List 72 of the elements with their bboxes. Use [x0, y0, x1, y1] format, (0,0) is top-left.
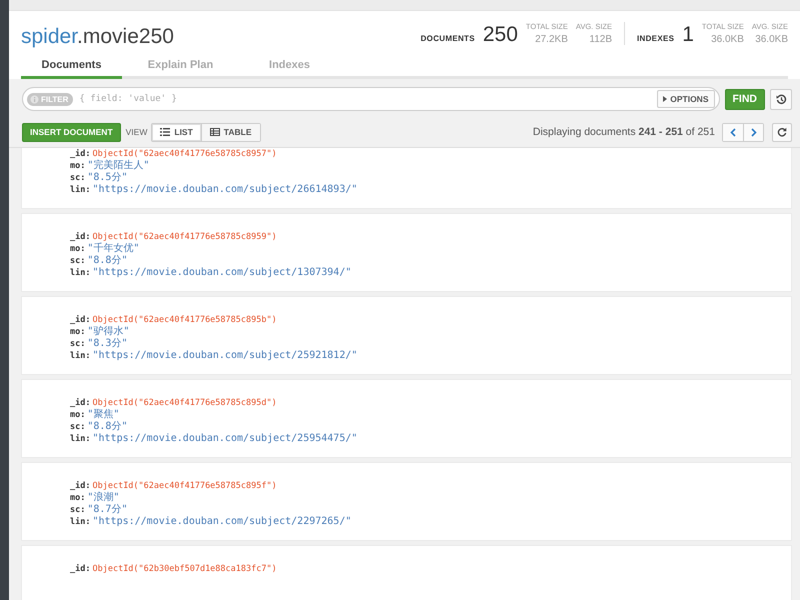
refresh-icon	[777, 127, 787, 137]
collection-title: spider.movie250	[21, 25, 174, 50]
field-name: _id:	[70, 148, 90, 160]
field-value: "浪潮"	[87, 492, 120, 504]
chevron-right-icon	[750, 128, 756, 136]
size-value: 36.0KB	[711, 34, 744, 45]
field-name: sc:	[70, 255, 86, 267]
field-value: "https://movie.douban.com/subject/2297265/"	[92, 516, 352, 528]
size-value: 27.2KB	[535, 34, 568, 45]
view-toggle[interactable]: TABLE	[200, 124, 260, 140]
field-name: mo:	[70, 160, 86, 172]
filter-input[interactable]: { field: 'value' }	[77, 93, 658, 105]
field-name: lin:	[70, 267, 90, 279]
size-value: 112B	[589, 34, 612, 45]
paging-text: Displaying documents 241 - 251 of 251	[532, 126, 715, 138]
field-name: _id:	[70, 397, 90, 409]
field-name: _id:	[70, 314, 90, 326]
field-name: _id:	[70, 480, 90, 492]
field-value: ObjectId("62aec40f41776e58785c895d")	[92, 397, 277, 409]
field-value: "https://movie.douban.com/subject/26614893/"	[92, 184, 358, 196]
field-name: _id:	[70, 563, 90, 575]
history-button[interactable]	[770, 88, 792, 110]
field-value: ObjectId("62b30ebf507d1e88ca183fc7")	[92, 563, 277, 575]
stat-label: INDEXES	[637, 34, 674, 45]
field-name: lin:	[70, 516, 90, 528]
field-name: sc:	[70, 421, 86, 433]
field-value: "8.8分"	[87, 421, 128, 433]
field-value: "8.3分"	[87, 338, 128, 350]
stat-label: DOCUMENTS	[420, 34, 475, 45]
field-value: "8.8分"	[87, 255, 128, 267]
field-name: _id:	[70, 231, 90, 243]
info-icon	[30, 94, 39, 104]
size-value: 36.0KB	[755, 34, 788, 45]
field-value: "8.5分"	[87, 172, 128, 184]
field-name: mo:	[70, 492, 86, 504]
field-name: mo:	[70, 243, 86, 255]
view-toggle[interactable]: LIST	[152, 124, 201, 140]
view-label: VIEW	[126, 127, 148, 137]
field-value: "千年女优"	[87, 243, 140, 255]
refresh-button[interactable]	[772, 122, 792, 142]
field-name: mo:	[70, 409, 86, 421]
filter-badge: FILTER	[27, 92, 74, 106]
filter-field[interactable]: FILTER { field: 'value' } OPTIONS	[22, 87, 720, 111]
stat-count: 250	[482, 24, 518, 45]
field-value: ObjectId("62aec40f41776e58785c8957")	[92, 148, 277, 160]
chevron-left-icon	[730, 128, 736, 136]
field-name: sc:	[70, 504, 86, 516]
field-value: "驴得水"	[87, 326, 130, 338]
history-icon	[776, 94, 786, 104]
field-name: mo:	[70, 326, 86, 338]
tab[interactable]: Documents	[21, 56, 122, 79]
field-value: "8.7分"	[87, 504, 128, 516]
field-value: ObjectId("62aec40f41776e58785c8959")	[92, 231, 277, 242]
field-value: "聚焦"	[87, 409, 120, 421]
list-icon	[160, 128, 170, 136]
field-name: lin:	[70, 184, 90, 196]
field-value: "https://movie.douban.com/subject/25954475/"	[92, 433, 358, 445]
field-name: sc:	[70, 172, 86, 184]
field-value: ObjectId("62aec40f41776e58785c895b")	[92, 314, 277, 326]
previous-page-button[interactable]	[723, 124, 743, 140]
caret-icon	[663, 96, 668, 102]
field-name: lin:	[70, 433, 90, 445]
field-value: "https://movie.douban.com/subject/25921812/"	[92, 350, 358, 362]
field-value: "完美陌生人"	[87, 160, 150, 172]
table-icon	[210, 128, 220, 136]
field-name: sc:	[70, 338, 86, 350]
field-value: ObjectId("62aec40f41776e58785c895f")	[92, 480, 277, 492]
stat-count: 1	[682, 24, 694, 45]
next-page-button[interactable]	[743, 124, 763, 140]
field-value: "https://movie.douban.com/subject/1307394/"	[92, 267, 352, 279]
options-button[interactable]: OPTIONS	[657, 90, 714, 108]
field-name: lin:	[70, 350, 90, 362]
